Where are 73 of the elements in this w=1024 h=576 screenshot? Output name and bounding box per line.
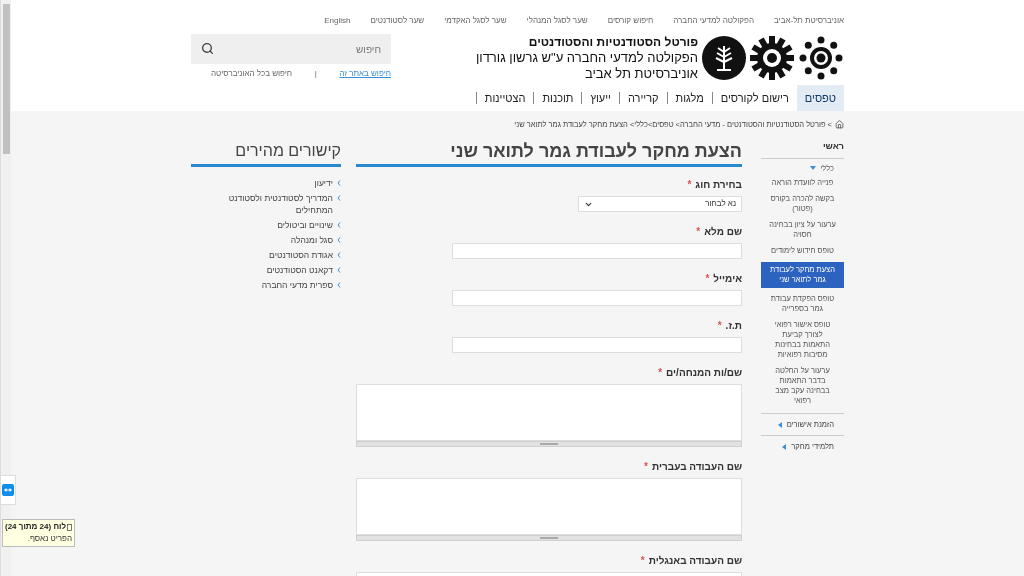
page-title: הצעת מחקר לעבודת גמר לתואר שני bbox=[449, 140, 742, 163]
field-label: אימייל bbox=[713, 272, 742, 287]
quick-link[interactable]: ידיעון bbox=[314, 177, 333, 190]
clipboard-icon bbox=[67, 523, 72, 531]
required-mark: * bbox=[717, 319, 722, 334]
nav-tab[interactable]: קריירה bbox=[619, 85, 667, 111]
chevron-icon bbox=[337, 237, 341, 244]
top-link[interactable]: English bbox=[324, 15, 351, 27]
required-mark: * bbox=[640, 554, 645, 569]
top-link[interactable]: שער לסטודנטים bbox=[370, 15, 425, 27]
nav-tab[interactable]: תוכנות bbox=[534, 85, 582, 111]
input-field[interactable] bbox=[452, 290, 742, 307]
gear-icon bbox=[749, 35, 795, 81]
search-icon[interactable] bbox=[201, 42, 214, 55]
emblem-icon bbox=[702, 36, 746, 80]
expanded-arrow-icon bbox=[810, 165, 817, 172]
input-field[interactable] bbox=[452, 337, 742, 354]
site-title: הפקולטה למדעי החברה ע"ש גרשון גורדון bbox=[475, 50, 698, 66]
chevron-icon bbox=[337, 222, 341, 229]
quick-link[interactable]: שינויים וביטולים bbox=[277, 219, 333, 232]
sun-icon bbox=[798, 35, 844, 81]
field-label: ת.ז. bbox=[725, 319, 742, 334]
text-area[interactable] bbox=[356, 384, 742, 442]
nav-tab[interactable]: ייעוץ bbox=[582, 85, 619, 111]
top-link[interactable]: אוניברסיטת תל-אביב bbox=[773, 15, 844, 27]
collapsed-arrow-icon bbox=[781, 443, 788, 450]
text-area[interactable] bbox=[356, 478, 742, 536]
top-link[interactable]: שער לסגל המנהלי bbox=[526, 15, 588, 27]
section-title: קישורים מהירים bbox=[234, 141, 341, 162]
search-scope-link[interactable]: חיפוש באתר זה bbox=[339, 68, 391, 80]
site-title: אוניברסיטת תל אביב bbox=[583, 66, 698, 82]
quick-link[interactable]: ספרית מדעי החברה bbox=[261, 279, 333, 292]
search-field[interactable]: חיפוש bbox=[191, 34, 391, 64]
top-link[interactable]: חיפוש קורסים bbox=[607, 15, 654, 27]
quick-link[interactable]: דקאנט הסטודנטים bbox=[266, 264, 333, 277]
collapsed-arrow-icon bbox=[776, 421, 783, 428]
top-link[interactable]: שער לסגל האקדמי bbox=[444, 15, 507, 27]
site-title: פורטל הסטודנטיות והסטודנטים bbox=[527, 34, 698, 50]
quick-link[interactable]: סגל ומנהלה bbox=[290, 234, 333, 247]
field-label: שם מלא bbox=[704, 225, 742, 240]
nav-tab[interactable]: מלגות bbox=[667, 85, 712, 111]
resize-bar[interactable] bbox=[356, 441, 742, 448]
chevron-icon bbox=[337, 252, 341, 259]
remote-app-icon bbox=[2, 484, 14, 496]
home-icon[interactable] bbox=[835, 120, 844, 130]
sidebar-heading: ראשי bbox=[761, 140, 844, 159]
required-mark: * bbox=[705, 272, 710, 287]
tooltip-text: הפריט נאסף. bbox=[27, 533, 72, 545]
required-mark: * bbox=[696, 225, 701, 240]
field-label: שם העבודה בעברית bbox=[652, 460, 742, 475]
quick-link[interactable]: המדריך לסטודנטית ולסטודנט המתחילים bbox=[191, 192, 333, 217]
nav-tab[interactable]: רישום לקורסים bbox=[712, 85, 797, 111]
tooltip-title: לוח (24 מתוך 24) bbox=[5, 521, 66, 533]
select-field[interactable]: נא לבחור bbox=[578, 196, 742, 213]
remote-app-tab[interactable] bbox=[0, 475, 16, 505]
chevron-icon bbox=[337, 282, 341, 289]
search-scope-link[interactable]: חיפוש בכל האוניברסיטה bbox=[211, 68, 293, 80]
chevron-icon bbox=[337, 195, 341, 202]
chevron-icon bbox=[337, 180, 341, 187]
field-label: שם העבודה באנגלית bbox=[648, 554, 742, 569]
nav-tab[interactable]: טפסים bbox=[796, 85, 844, 111]
quick-link[interactable]: אגודת הסטודנטים bbox=[269, 249, 333, 262]
separator: | bbox=[314, 68, 317, 80]
chevron-icon bbox=[337, 267, 341, 274]
required-mark: * bbox=[687, 178, 692, 193]
input-field[interactable] bbox=[452, 243, 742, 260]
required-mark: * bbox=[644, 460, 648, 475]
nav-tab[interactable]: הצטיינות bbox=[476, 85, 534, 111]
field-label: שם/ות המנחה/ים bbox=[666, 366, 742, 381]
top-link[interactable]: הפקולטה למדעי החברה bbox=[673, 15, 754, 27]
resize-bar[interactable] bbox=[356, 535, 742, 542]
required-mark: * bbox=[658, 366, 663, 381]
field-label: בחירת חוג bbox=[695, 178, 742, 193]
